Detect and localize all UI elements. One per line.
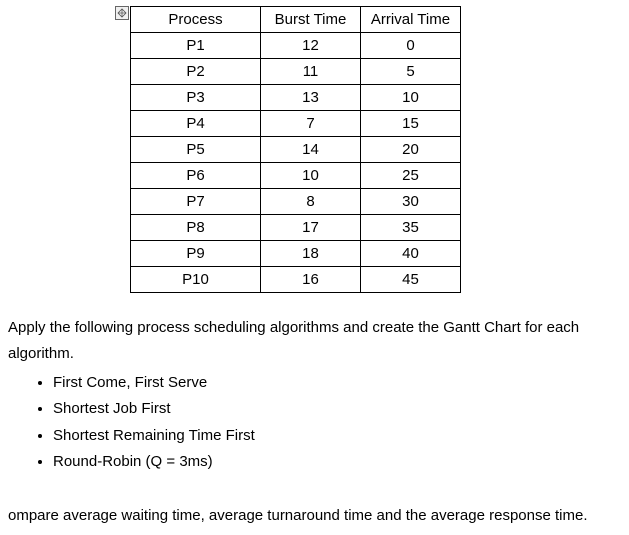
cell-process: P2 <box>131 59 261 85</box>
cell-burst: 18 <box>261 241 361 267</box>
list-item: Shortest Remaining Time First <box>53 423 629 449</box>
cell-burst: 13 <box>261 85 361 111</box>
table-row: P91840 <box>131 241 461 267</box>
cell-arrival: 40 <box>361 241 461 267</box>
cell-arrival: 5 <box>361 59 461 85</box>
cell-arrival: 10 <box>361 85 461 111</box>
cell-process: P9 <box>131 241 261 267</box>
cell-arrival: 20 <box>361 137 461 163</box>
table-row: P2115 <box>131 59 461 85</box>
table-row: P1120 <box>131 33 461 59</box>
table-anchor-handle[interactable] <box>115 6 129 20</box>
table-row: P4715 <box>131 111 461 137</box>
cell-burst: 8 <box>261 189 361 215</box>
table-row: P101645 <box>131 267 461 293</box>
header-burst: Burst Time <box>261 7 361 33</box>
header-process: Process <box>131 7 261 33</box>
cell-arrival: 45 <box>361 267 461 293</box>
cell-arrival: 0 <box>361 33 461 59</box>
cell-process: P6 <box>131 163 261 189</box>
cell-burst: 16 <box>261 267 361 293</box>
process-table-container: Process Burst Time Arrival Time P1120P21… <box>130 6 629 293</box>
cell-arrival: 35 <box>361 215 461 241</box>
cell-process: P5 <box>131 137 261 163</box>
cell-process: P4 <box>131 111 261 137</box>
table-row: P31310 <box>131 85 461 111</box>
footer-line: ompare average waiting time, average tur… <box>8 503 629 529</box>
table-row: P51420 <box>131 137 461 163</box>
list-item: Shortest Job First <box>53 396 629 422</box>
cell-arrival: 30 <box>361 189 461 215</box>
cell-burst: 17 <box>261 215 361 241</box>
algorithm-list: First Come, First ServeShortest Job Firs… <box>53 370 629 475</box>
cell-arrival: 25 <box>361 163 461 189</box>
table-row: P81735 <box>131 215 461 241</box>
cell-process: P10 <box>131 267 261 293</box>
header-arrival: Arrival Time <box>361 7 461 33</box>
table-header-row: Process Burst Time Arrival Time <box>131 7 461 33</box>
list-item: Round-Robin (Q = 3ms) <box>53 449 629 475</box>
cell-process: P8 <box>131 215 261 241</box>
table-row: P61025 <box>131 163 461 189</box>
list-item: First Come, First Serve <box>53 370 629 396</box>
instructions: Apply the following process scheduling a… <box>0 315 629 529</box>
process-table: Process Burst Time Arrival Time P1120P21… <box>130 6 461 293</box>
cell-burst: 7 <box>261 111 361 137</box>
cell-burst: 11 <box>261 59 361 85</box>
cell-process: P3 <box>131 85 261 111</box>
cell-arrival: 15 <box>361 111 461 137</box>
cell-process: P7 <box>131 189 261 215</box>
cell-process: P1 <box>131 33 261 59</box>
intro-line-1: Apply the following process scheduling a… <box>8 315 629 341</box>
table-row: P7830 <box>131 189 461 215</box>
cell-burst: 10 <box>261 163 361 189</box>
cell-burst: 12 <box>261 33 361 59</box>
intro-line-2: algorithm. <box>8 341 629 367</box>
cell-burst: 14 <box>261 137 361 163</box>
